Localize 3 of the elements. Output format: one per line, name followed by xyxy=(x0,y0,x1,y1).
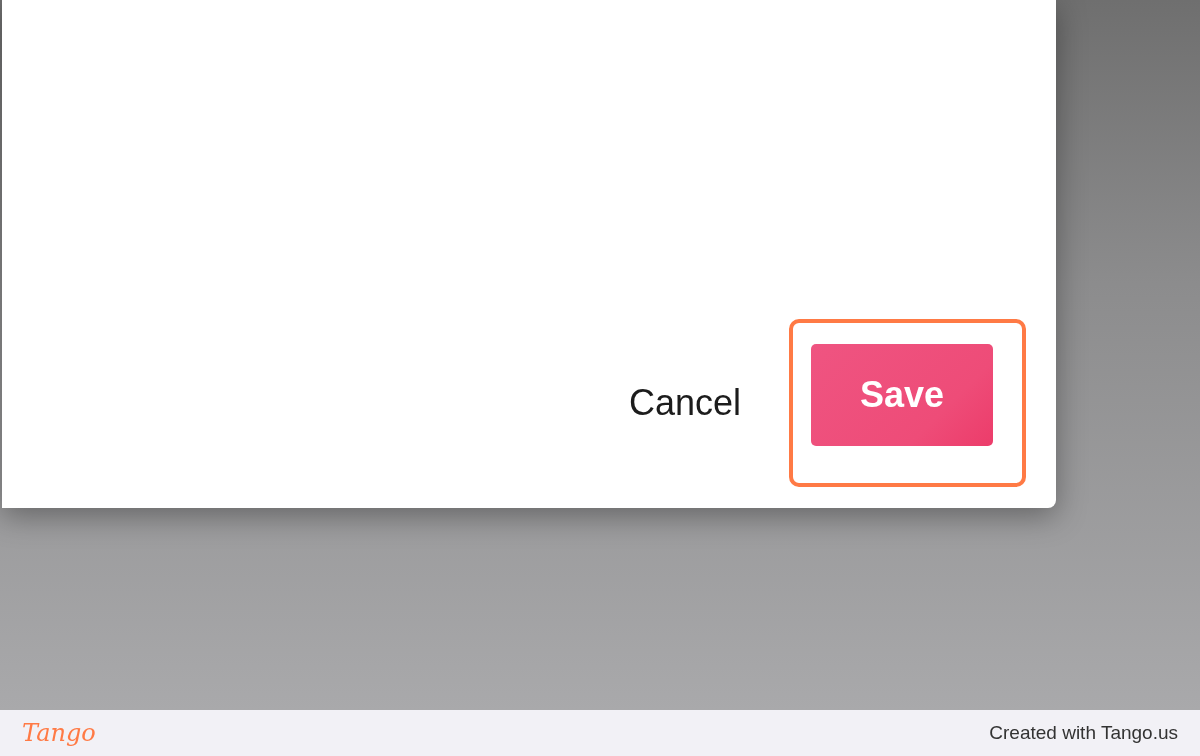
logo-text: Tango xyxy=(22,718,96,749)
cancel-button[interactable]: Cancel xyxy=(628,376,741,430)
credit-text: Created with Tango.us xyxy=(989,720,1178,745)
